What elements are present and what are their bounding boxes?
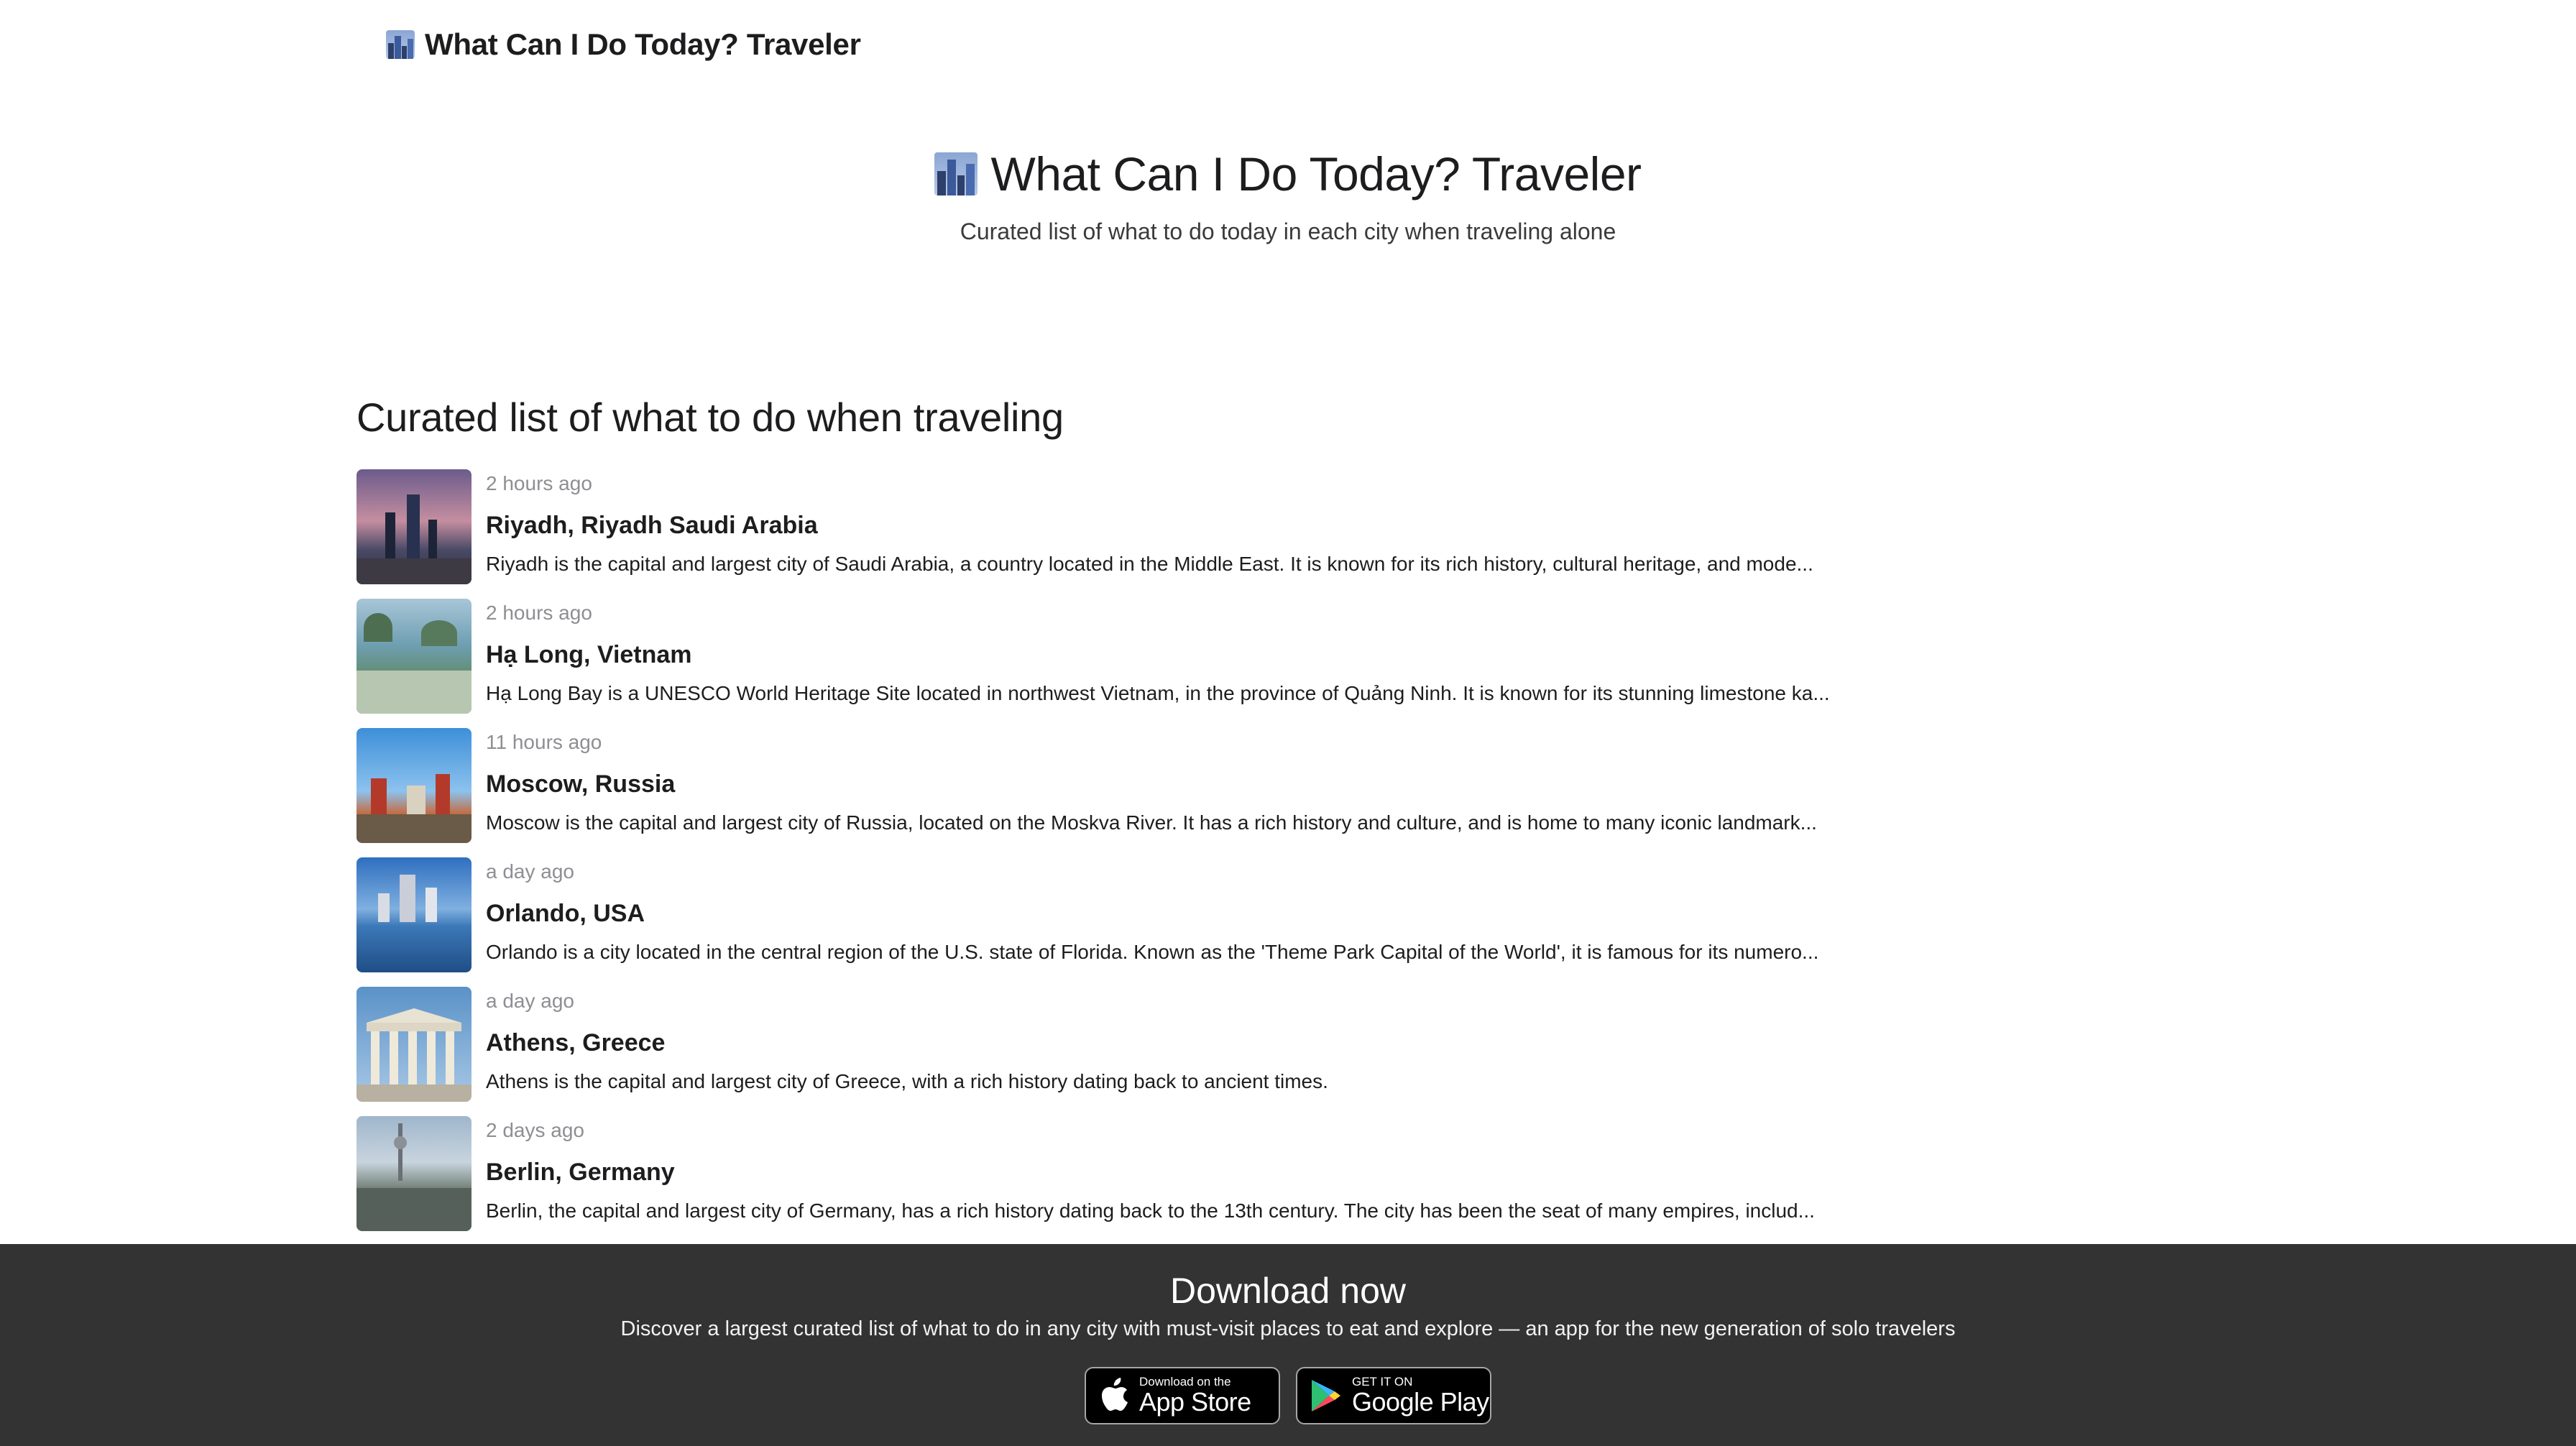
store-buttons: Download on the App Store GET IT ON Goog…	[0, 1367, 2576, 1424]
item-title[interactable]: Orlando, USA	[486, 898, 1998, 929]
google-play-icon	[1312, 1380, 1340, 1412]
berlin-thumbnail	[356, 1116, 472, 1231]
app-store-button[interactable]: Download on the App Store	[1085, 1367, 1280, 1424]
item-description: Athens is the capital and largest city o…	[486, 1070, 1328, 1092]
page: What Can I Do Today? Traveler What Can I…	[0, 0, 2576, 1446]
hero: What Can I Do Today? Traveler Curated li…	[0, 147, 2576, 245]
ha-long-thumbnail	[356, 599, 472, 714]
item-title[interactable]: Athens, Greece	[486, 1027, 1998, 1059]
section-title: Curated list of what to do when travelin…	[356, 395, 1064, 440]
item-time: 2 hours ago	[486, 602, 592, 624]
hero-title: What Can I Do Today? Traveler	[934, 147, 1642, 201]
moscow-thumbnail	[356, 728, 472, 843]
google-play-label: Google Play	[1352, 1387, 1489, 1417]
item-description: Hạ Long Bay is a UNESCO World Heritage S…	[486, 682, 1830, 704]
item-title[interactable]: Riyadh, Riyadh Saudi Arabia	[486, 510, 1998, 541]
item-time: a day ago	[486, 990, 574, 1012]
list-item[interactable]: 2 days ago Berlin, Germany Berlin, the c…	[356, 1116, 1880, 1231]
item-title[interactable]: Berlin, Germany	[486, 1156, 1998, 1188]
list-item[interactable]: a day ago Athens, Greece Athens is the c…	[356, 987, 1880, 1102]
list-item[interactable]: a day ago Orlando, USA Orlando is a city…	[356, 857, 1880, 972]
city-list: 2 hours ago Riyadh, Riyadh Saudi Arabia …	[356, 469, 1880, 1245]
nav-brand-link[interactable]: What Can I Do Today? Traveler	[386, 24, 861, 65]
google-play-button[interactable]: GET IT ON Google Play	[1296, 1367, 1491, 1424]
apple-icon	[1102, 1378, 1128, 1411]
cityscape-icon	[934, 152, 978, 195]
app-store-label: App Store	[1139, 1387, 1251, 1417]
item-time: a day ago	[486, 860, 574, 883]
item-title[interactable]: Hạ Long, Vietnam	[486, 639, 1998, 671]
item-description: Moscow is the capital and largest city o…	[486, 811, 1817, 834]
athens-thumbnail	[356, 987, 472, 1102]
footer-title: Download now	[1170, 1271, 1406, 1311]
cityscape-icon	[386, 30, 415, 59]
orlando-thumbnail	[356, 857, 472, 972]
hero-subtitle: Curated list of what to do today in each…	[960, 218, 1616, 244]
item-time: 2 hours ago	[486, 472, 592, 494]
hero-title-text: What Can I Do Today? Traveler	[990, 147, 1642, 201]
footer-subtitle: Discover a largest curated list of what …	[620, 1317, 1956, 1340]
riyadh-thumbnail	[356, 469, 472, 584]
item-time: 11 hours ago	[486, 731, 602, 753]
download-footer: Download now Discover a largest curated …	[0, 1244, 2576, 1446]
list-item[interactable]: 2 hours ago Riyadh, Riyadh Saudi Arabia …	[356, 469, 1880, 584]
item-description: Orlando is a city located in the central…	[486, 941, 1819, 963]
list-item[interactable]: 11 hours ago Moscow, Russia Moscow is th…	[356, 728, 1880, 843]
item-title[interactable]: Moscow, Russia	[486, 768, 1998, 800]
item-description: Berlin, the capital and largest city of …	[486, 1199, 1815, 1222]
item-time: 2 days ago	[486, 1119, 584, 1141]
item-description: Riyadh is the capital and largest city o…	[486, 553, 1813, 575]
brand-name: What Can I Do Today? Traveler	[425, 27, 861, 61]
list-item[interactable]: 2 hours ago Hạ Long, Vietnam Hạ Long Bay…	[356, 599, 1880, 714]
